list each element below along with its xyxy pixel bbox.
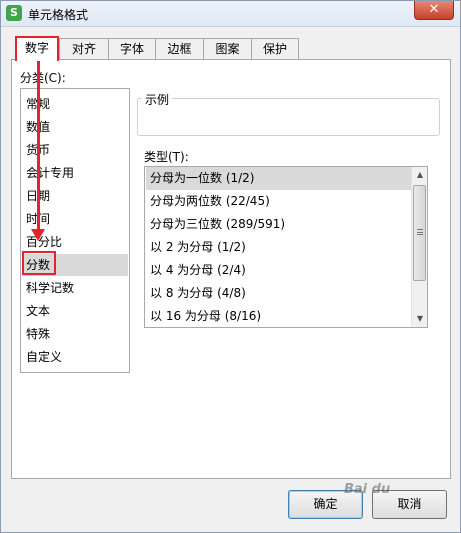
category-item-custom[interactable]: 自定义 <box>25 346 62 368</box>
category-item-accounting[interactable]: 会计专用 <box>25 162 74 184</box>
close-button[interactable]: ✕ <box>414 1 454 20</box>
type-item[interactable]: 以 4 为分母 (2/4) <box>146 259 411 282</box>
watermark-logo: Bai du <box>344 482 391 497</box>
type-item[interactable]: 分母为三位数 (289/591) <box>146 213 411 236</box>
type-list[interactable]: 分母为一位数 (1/2) 分母为两位数 (22/45) 分母为三位数 (289/… <box>144 166 428 328</box>
category-item-special[interactable]: 特殊 <box>25 323 50 345</box>
tab-border[interactable]: 边框 <box>155 38 204 60</box>
tab-alignment[interactable]: 对齐 <box>59 38 109 60</box>
tab-font[interactable]: 字体 <box>108 38 156 60</box>
annotation-highlight-box <box>22 251 56 275</box>
type-item[interactable]: 以 16 为分母 (8/16) <box>146 305 411 327</box>
type-item[interactable]: 分母为两位数 (22/45) <box>146 190 411 213</box>
scroll-down-icon[interactable]: ▼ <box>412 311 427 327</box>
type-item[interactable]: 分母为一位数 (1/2) <box>146 167 411 190</box>
tab-number[interactable]: 数字 <box>15 36 59 61</box>
category-item-text[interactable]: 文本 <box>25 300 50 322</box>
category-item-scientific[interactable]: 科学记数 <box>25 277 74 299</box>
title-bar: S 单元格格式 ✕ <box>1 1 460 27</box>
annotation-arrow-line <box>37 59 40 231</box>
dialog-title: 单元格格式 <box>28 8 89 22</box>
type-item[interactable]: 以 2 为分母 (1/2) <box>146 236 411 259</box>
type-list-scrollbar[interactable]: ▲ ▼ <box>411 167 427 327</box>
scroll-thumb[interactable] <box>413 185 426 281</box>
grip-icon <box>417 229 423 235</box>
sample-label: 示例 <box>142 91 173 108</box>
type-item[interactable]: 以 8 为分母 (4/8) <box>146 282 411 305</box>
sample-box <box>137 98 440 136</box>
app-logo-icon: S <box>6 5 22 21</box>
tab-protection[interactable]: 保护 <box>251 38 299 60</box>
category-label: 分类(C): <box>20 71 66 85</box>
annotation-arrow-head <box>31 229 45 241</box>
scroll-up-icon[interactable]: ▲ <box>412 167 427 183</box>
format-cells-dialog: S 单元格格式 ✕ 数字 对齐 字体 边框 图案 保护 分类(C): 常规 数值… <box>0 0 461 533</box>
type-label: 类型(T): <box>144 150 189 164</box>
tab-pattern[interactable]: 图案 <box>203 38 252 60</box>
